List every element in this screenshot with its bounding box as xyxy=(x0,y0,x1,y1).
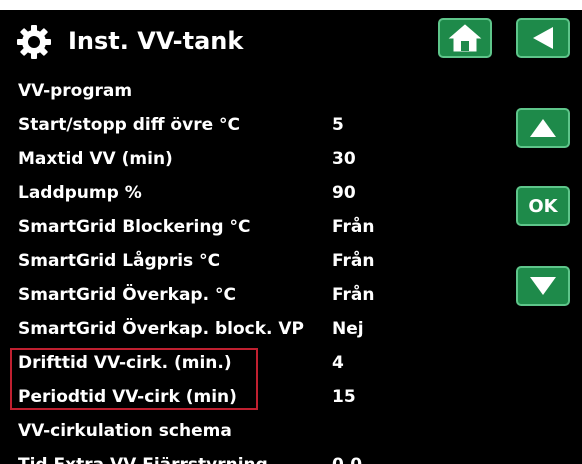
scroll-down-button[interactable] xyxy=(516,266,570,306)
list-item[interactable]: SmartGrid Överkap. °C Från xyxy=(0,278,500,312)
item-label: SmartGrid Lågpris °C xyxy=(18,251,221,271)
item-label: Drifttid VV-cirk. (min.) xyxy=(18,353,232,373)
item-label: SmartGrid Blockering °C xyxy=(18,217,251,237)
list-item[interactable]: VV-cirkulation schema xyxy=(0,414,500,448)
scroll-up-button[interactable] xyxy=(516,108,570,148)
back-button[interactable] xyxy=(516,18,570,58)
gear-icon xyxy=(17,25,51,59)
list-item[interactable]: Laddpump % 90 xyxy=(0,176,500,210)
item-label: SmartGrid Överkap. °C xyxy=(18,285,236,305)
arrow-up-icon xyxy=(530,119,556,137)
item-label: VV-program xyxy=(18,81,133,101)
settings-list: VV-program Start/stopp diff övre °C 5 Max… xyxy=(0,74,500,464)
item-value: 4 xyxy=(332,353,344,373)
list-item[interactable]: SmartGrid Överkap. block. VP Nej xyxy=(0,312,500,346)
list-item[interactable]: VV-program xyxy=(0,74,500,108)
list-item[interactable]: Periodtid VV-cirk (min) 15 xyxy=(0,380,500,414)
item-value: 90 xyxy=(332,183,356,203)
item-value: Från xyxy=(332,217,375,237)
item-value: 0.0 xyxy=(332,448,362,464)
list-item[interactable]: Start/stopp diff övre °C 5 xyxy=(0,108,500,142)
item-value: Nej xyxy=(332,319,364,339)
item-label: VV-cirkulation schema xyxy=(18,421,232,441)
list-item[interactable]: SmartGrid Blockering °C Från xyxy=(0,210,500,244)
home-button[interactable] xyxy=(438,18,492,58)
item-value: Från xyxy=(332,285,375,305)
header: Inst. VV-tank xyxy=(0,10,582,74)
list-item[interactable]: Drifttid VV-cirk. (min.) 4 xyxy=(0,346,500,380)
back-arrow-icon xyxy=(533,27,553,49)
home-icon xyxy=(448,24,482,52)
item-label: Laddpump % xyxy=(18,183,142,203)
list-item[interactable]: SmartGrid Lågpris °C Från xyxy=(0,244,500,278)
item-label: SmartGrid Överkap. block. VP xyxy=(18,319,305,339)
item-label: Periodtid VV-cirk (min) xyxy=(18,387,237,407)
ok-label: OK xyxy=(528,195,558,217)
ok-button[interactable]: OK xyxy=(516,186,570,226)
list-item[interactable]: Maxtid VV (min) 30 xyxy=(0,142,500,176)
item-value: 15 xyxy=(332,387,356,407)
item-label: Start/stopp diff övre °C xyxy=(18,115,240,135)
item-value: 30 xyxy=(332,149,356,169)
list-item[interactable]: Tid Extra VV Fjärrstyrning 0.0 xyxy=(0,448,500,464)
item-label: Maxtid VV (min) xyxy=(18,149,173,169)
page-title: Inst. VV-tank xyxy=(68,27,244,55)
arrow-down-icon xyxy=(530,277,556,295)
top-border xyxy=(0,0,582,10)
item-label: Tid Extra VV Fjärrstyrning xyxy=(18,448,268,464)
item-value: 5 xyxy=(332,115,344,135)
screen: Inst. VV-tank OK VV-program Start/stopp … xyxy=(0,0,582,464)
item-value: Från xyxy=(332,251,375,271)
